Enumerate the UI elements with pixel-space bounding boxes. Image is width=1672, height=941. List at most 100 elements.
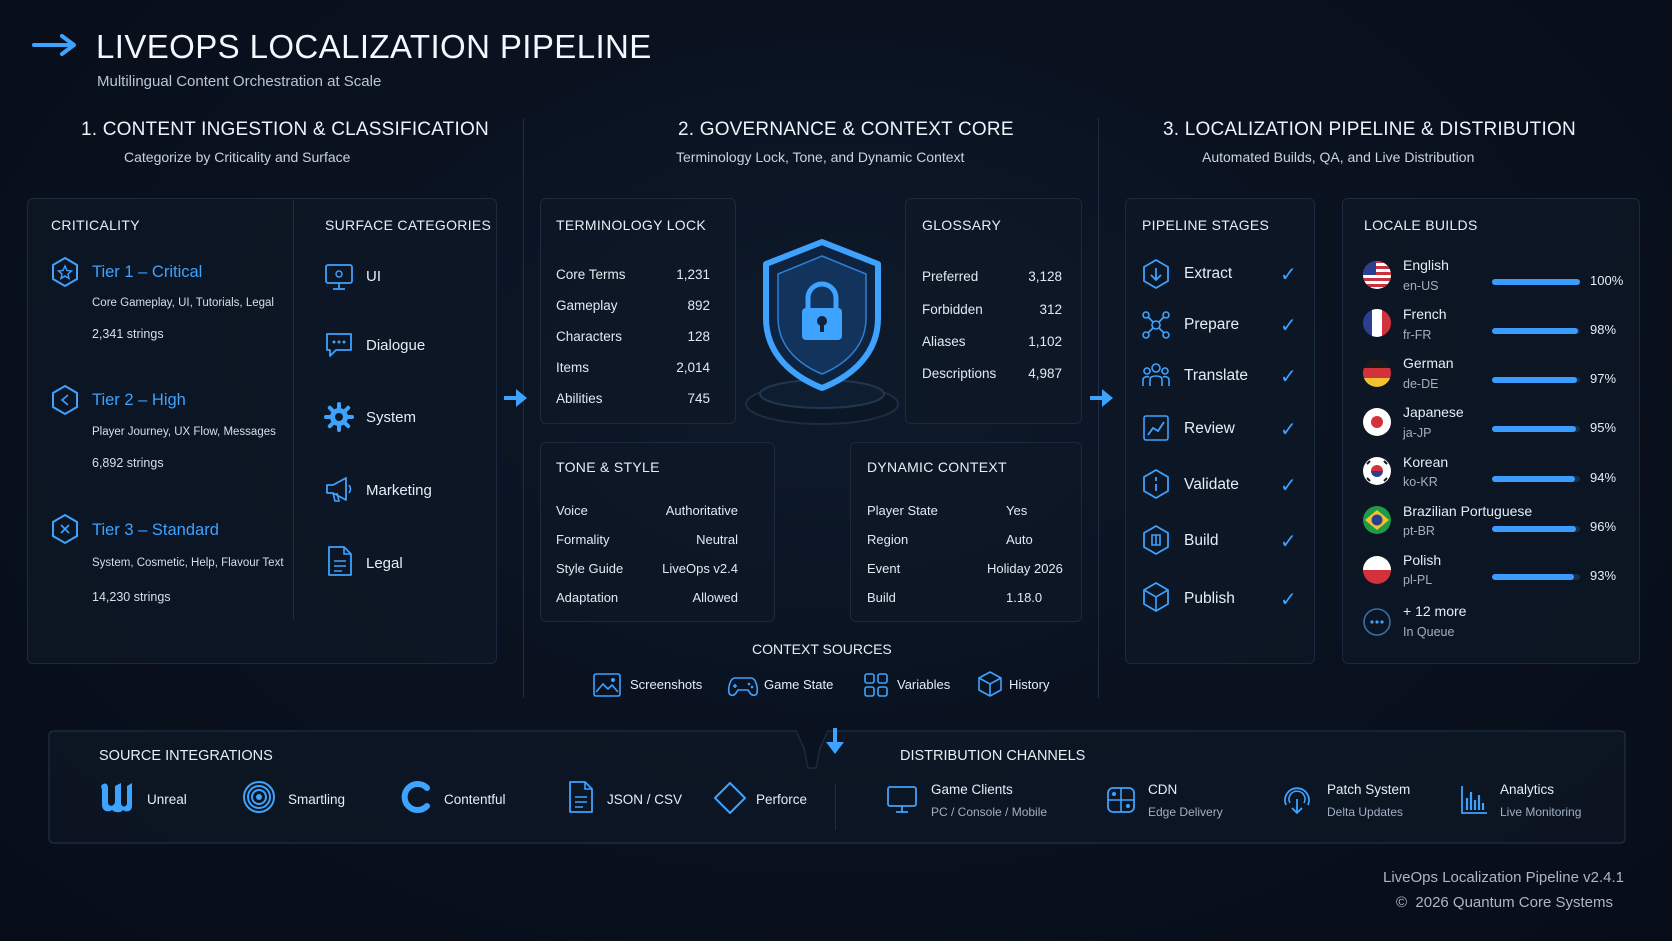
dynamic-row-value: Auto xyxy=(1006,532,1033,547)
surface-ui: UI xyxy=(366,268,381,285)
flow-arrow-icon xyxy=(1088,386,1116,415)
more-locales-sub: In Queue xyxy=(1403,625,1455,639)
tone-row-value: LiveOps v2.4 xyxy=(662,561,738,576)
locale-code: pl-PL xyxy=(1403,573,1433,587)
check-icon: ✓ xyxy=(1280,475,1297,497)
grid-icon xyxy=(863,672,889,698)
tier-2-desc: Player Journey, UX Flow, Messages xyxy=(92,426,276,438)
section-governance-title: 2. GOVERNANCE & CONTEXT CORE xyxy=(678,119,1014,140)
check-icon: ✓ xyxy=(1280,531,1297,553)
pl-flag-icon xyxy=(1362,555,1392,585)
surface-dialogue: Dialogue xyxy=(366,337,426,354)
locale-progress-bar xyxy=(1492,328,1580,334)
source-unreal: Unreal xyxy=(147,792,187,807)
hexagon-icon xyxy=(50,513,80,545)
terminology-row-label: Items xyxy=(556,360,590,375)
locale-name: English xyxy=(1403,257,1449,273)
stage-prepare: Prepare xyxy=(1184,316,1240,333)
cube-icon xyxy=(977,670,1003,698)
channel-patch-system-sub: Delta Updates xyxy=(1327,805,1404,819)
document-icon xyxy=(326,545,354,577)
diamond-icon xyxy=(713,781,747,815)
image-icon xyxy=(592,672,622,698)
locale-code: fr-FR xyxy=(1403,328,1432,342)
ingestion-panel-divider xyxy=(293,200,294,620)
locale-progress-bar xyxy=(1492,426,1580,432)
locale-percent: 97% xyxy=(1590,371,1617,386)
terminology-title: TERMINOLOGY LOCK xyxy=(556,217,707,233)
check-icon: ✓ xyxy=(1280,419,1297,441)
hexagon-check-icon xyxy=(1141,468,1171,500)
locale-name: Polish xyxy=(1403,552,1442,568)
unreal-icon xyxy=(98,780,134,814)
surface-legal: Legal xyxy=(366,555,403,572)
context-history: History xyxy=(1009,677,1050,692)
locale-progress-bar xyxy=(1492,476,1580,482)
tone-row-label: Formality xyxy=(556,532,610,547)
check-icon: ✓ xyxy=(1280,264,1297,286)
tier-1-name: Tier 1 – Critical xyxy=(92,263,203,281)
context-game-state: Game State xyxy=(764,677,834,692)
glossary-row-label: Descriptions xyxy=(922,366,997,381)
tone-row-label: Style Guide xyxy=(556,561,624,576)
glossary-row-label: Forbidden xyxy=(922,302,983,317)
terminology-row-label: Abilities xyxy=(556,391,603,406)
tier-2-name: Tier 2 – High xyxy=(92,391,186,409)
locale-progress-bar xyxy=(1492,574,1580,580)
tier-2-count: 6,892 strings xyxy=(92,456,164,470)
tone-title: TONE & STYLE xyxy=(556,459,660,475)
us-flag-icon xyxy=(1362,260,1392,290)
distribution-channels-title: DISTRIBUTION CHANNELS xyxy=(900,748,1086,764)
locale-progress-bar xyxy=(1492,526,1580,532)
surface-system: System xyxy=(366,409,417,426)
more-dots-icon xyxy=(1362,607,1392,637)
locale-code: de-DE xyxy=(1403,377,1439,391)
check-icon: ✓ xyxy=(1280,315,1297,337)
glossary-row-label: Aliases xyxy=(922,334,966,349)
glossary-row-value: 312 xyxy=(1039,302,1062,317)
people-icon xyxy=(1141,360,1171,390)
locale-code: ko-KR xyxy=(1403,475,1438,489)
jp-flag-icon xyxy=(1362,407,1392,437)
tone-row-label: Voice xyxy=(556,503,588,518)
stage-validate: Validate xyxy=(1184,476,1239,493)
locale-percent: 98% xyxy=(1590,322,1617,337)
tone-row-value: Allowed xyxy=(692,590,738,605)
br-flag-icon xyxy=(1362,505,1392,535)
channel-analytics-sub: Live Monitoring xyxy=(1500,805,1582,819)
glossary-row-value: 1,102 xyxy=(1028,334,1062,349)
context-sources-title: CONTEXT SOURCES xyxy=(752,641,892,657)
terminology-row-value: 892 xyxy=(687,298,710,313)
locale-name: French xyxy=(1403,306,1447,322)
header-arrow-icon xyxy=(32,34,80,61)
locale-progress-bar xyxy=(1492,279,1580,285)
glossary-row-label: Preferred xyxy=(922,269,979,284)
section-pipeline-title: 3. LOCALIZATION PIPELINE & DISTRIBUTION xyxy=(1163,119,1576,140)
channel-analytics: Analytics xyxy=(1500,782,1555,797)
surface-marketing: Marketing xyxy=(366,482,432,499)
locale-code: en-US xyxy=(1403,279,1439,293)
extract-icon xyxy=(1141,258,1171,290)
stage-translate: Translate xyxy=(1184,367,1249,384)
page-title: LIVEOPS LOCALIZATION PIPELINE xyxy=(96,28,652,65)
locale-percent: 95% xyxy=(1590,420,1617,435)
strip-divider xyxy=(835,784,836,830)
locale-percent: 100% xyxy=(1590,273,1624,288)
channel-patch-system: Patch System xyxy=(1327,782,1411,797)
dynamic-row-value: 1.18.0 xyxy=(1006,590,1043,605)
tier-3-desc: System, Cosmetic, Help, Flavour Text xyxy=(92,557,284,569)
locale-name: Korean xyxy=(1403,454,1449,470)
tone-row-value: Neutral xyxy=(696,532,738,547)
locale-name: German xyxy=(1403,355,1454,371)
tier-3-count: 14,230 strings xyxy=(92,590,171,604)
source-integrations-title: SOURCE INTEGRATIONS xyxy=(99,748,273,764)
tone-row-label: Adaptation xyxy=(556,590,619,605)
chart-review-icon xyxy=(1141,413,1171,443)
criticality-title: CRITICALITY xyxy=(51,217,140,233)
glossary-title: GLOSSARY xyxy=(922,217,1002,233)
terminology-row-value: 745 xyxy=(687,391,710,406)
source-json-csv: JSON / CSV xyxy=(607,792,683,807)
channel-game-clients-sub: PC / Console / Mobile xyxy=(931,805,1048,819)
section-governance-subtitle: Terminology Lock, Tone, and Dynamic Cont… xyxy=(676,149,965,165)
network-icon xyxy=(1141,310,1171,340)
